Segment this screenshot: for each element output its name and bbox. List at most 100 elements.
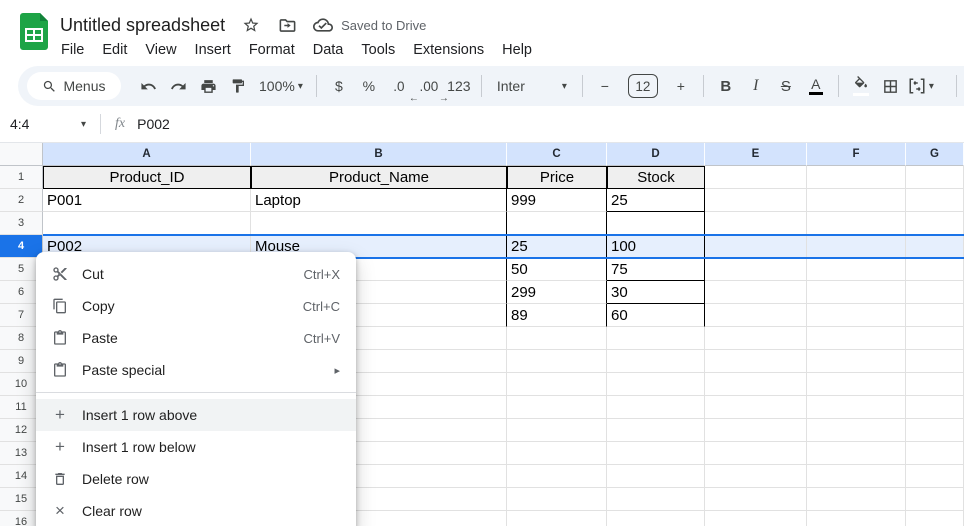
cell-B2[interactable]: Laptop bbox=[251, 189, 507, 212]
cell-F6[interactable] bbox=[807, 281, 906, 304]
borders-button[interactable] bbox=[876, 72, 906, 100]
cell-E13[interactable] bbox=[705, 442, 807, 465]
decrease-decimal-button[interactable]: .0 ← bbox=[384, 72, 414, 100]
cell-D9[interactable] bbox=[607, 350, 705, 373]
menu-extensions[interactable]: Extensions bbox=[404, 40, 493, 60]
strikethrough-button[interactable]: S bbox=[771, 72, 801, 100]
menu-help[interactable]: Help bbox=[493, 40, 541, 60]
cell-E14[interactable] bbox=[705, 465, 807, 488]
cell-F10[interactable] bbox=[807, 373, 906, 396]
cell-B3[interactable] bbox=[251, 212, 507, 235]
context-menu-item-insert-1-row-below[interactable]: +Insert 1 row below bbox=[36, 431, 356, 463]
menu-tools[interactable]: Tools bbox=[352, 40, 404, 60]
cell-E1[interactable] bbox=[705, 166, 807, 189]
text-color-button[interactable]: A bbox=[801, 72, 831, 100]
cell-C15[interactable] bbox=[507, 488, 607, 511]
cell-F3[interactable] bbox=[807, 212, 906, 235]
move-folder-icon[interactable] bbox=[277, 15, 297, 35]
grid-corner[interactable] bbox=[0, 143, 43, 166]
menu-format[interactable]: Format bbox=[240, 40, 304, 60]
decrease-font-size-button[interactable]: − bbox=[590, 72, 620, 100]
cell-D3[interactable] bbox=[607, 212, 705, 235]
cell-G9[interactable] bbox=[906, 350, 964, 373]
cell-F9[interactable] bbox=[807, 350, 906, 373]
context-menu-item-delete-row[interactable]: Delete row bbox=[36, 463, 356, 495]
cell-D11[interactable] bbox=[607, 396, 705, 419]
cell-C10[interactable] bbox=[507, 373, 607, 396]
cell-E3[interactable] bbox=[705, 212, 807, 235]
cell-C7[interactable]: 89 bbox=[507, 304, 607, 327]
cell-D8[interactable] bbox=[607, 327, 705, 350]
menu-insert[interactable]: Insert bbox=[186, 40, 240, 60]
context-menu-item-paste-special[interactable]: Paste special▸ bbox=[36, 354, 356, 386]
print-button[interactable] bbox=[193, 72, 223, 100]
undo-button[interactable] bbox=[133, 72, 163, 100]
cell-F2[interactable] bbox=[807, 189, 906, 212]
col-header-C[interactable]: C bbox=[507, 143, 607, 166]
cell-G6[interactable] bbox=[906, 281, 964, 304]
cell-C12[interactable] bbox=[507, 419, 607, 442]
cell-F15[interactable] bbox=[807, 488, 906, 511]
cell-D16[interactable] bbox=[607, 511, 705, 526]
cell-C6[interactable]: 299 bbox=[507, 281, 607, 304]
cell-G3[interactable] bbox=[906, 212, 964, 235]
cell-C11[interactable] bbox=[507, 396, 607, 419]
context-menu-item-clear-row[interactable]: ×Clear row bbox=[36, 495, 356, 526]
cell-C9[interactable] bbox=[507, 350, 607, 373]
increase-font-size-button[interactable]: + bbox=[666, 72, 696, 100]
name-box[interactable]: 4:4 ▾ bbox=[0, 116, 96, 132]
star-icon[interactable] bbox=[241, 15, 261, 35]
italic-button[interactable]: I bbox=[741, 72, 771, 100]
cell-G2[interactable] bbox=[906, 189, 964, 212]
col-header-E[interactable]: E bbox=[705, 143, 807, 166]
menu-file[interactable]: File bbox=[52, 40, 93, 60]
cell-F14[interactable] bbox=[807, 465, 906, 488]
cell-G12[interactable] bbox=[906, 419, 964, 442]
cell-D6[interactable]: 30 bbox=[607, 281, 705, 304]
merge-cells-button[interactable]: ▾ bbox=[906, 72, 936, 100]
cell-G8[interactable] bbox=[906, 327, 964, 350]
cell-G7[interactable] bbox=[906, 304, 964, 327]
context-menu-item-paste[interactable]: PasteCtrl+V bbox=[36, 322, 356, 354]
currency-format-button[interactable]: $ bbox=[324, 72, 354, 100]
cell-C4[interactable]: 25 bbox=[507, 235, 607, 258]
cell-F16[interactable] bbox=[807, 511, 906, 526]
col-header-D[interactable]: D bbox=[607, 143, 705, 166]
col-header-A[interactable]: A bbox=[43, 143, 251, 166]
cell-E5[interactable] bbox=[705, 258, 807, 281]
cell-D15[interactable] bbox=[607, 488, 705, 511]
cell-D2[interactable]: 25 bbox=[607, 189, 705, 212]
cell-E6[interactable] bbox=[705, 281, 807, 304]
row-header-2[interactable]: 2 bbox=[0, 189, 43, 212]
cell-G15[interactable] bbox=[906, 488, 964, 511]
cell-F7[interactable] bbox=[807, 304, 906, 327]
formula-bar-value[interactable]: P002 bbox=[137, 116, 170, 132]
cell-D14[interactable] bbox=[607, 465, 705, 488]
cell-A1[interactable]: Product_ID bbox=[43, 166, 251, 189]
cell-E7[interactable] bbox=[705, 304, 807, 327]
cell-E9[interactable] bbox=[705, 350, 807, 373]
col-header-B[interactable]: B bbox=[251, 143, 507, 166]
cell-G4[interactable] bbox=[906, 235, 964, 258]
cell-E15[interactable] bbox=[705, 488, 807, 511]
cell-G5[interactable] bbox=[906, 258, 964, 281]
menu-view[interactable]: View bbox=[136, 40, 185, 60]
context-menu-item-insert-1-row-above[interactable]: +Insert 1 row above bbox=[36, 399, 356, 431]
cell-E11[interactable] bbox=[705, 396, 807, 419]
cell-A2[interactable]: P001 bbox=[43, 189, 251, 212]
row-header-1[interactable]: 1 bbox=[0, 166, 43, 189]
cell-G1[interactable] bbox=[906, 166, 964, 189]
context-menu-item-copy[interactable]: CopyCtrl+C bbox=[36, 290, 356, 322]
document-title[interactable]: Untitled spreadsheet bbox=[60, 15, 225, 36]
paint-format-button[interactable] bbox=[223, 72, 253, 100]
cell-A3[interactable] bbox=[43, 212, 251, 235]
cell-C16[interactable] bbox=[507, 511, 607, 526]
context-menu-item-cut[interactable]: CutCtrl+X bbox=[36, 258, 356, 290]
font-family-selector[interactable]: Inter ▾ bbox=[489, 78, 575, 94]
redo-button[interactable] bbox=[163, 72, 193, 100]
col-header-F[interactable]: F bbox=[807, 143, 906, 166]
cell-C2[interactable]: 999 bbox=[507, 189, 607, 212]
fill-color-button[interactable] bbox=[846, 72, 876, 100]
cell-E8[interactable] bbox=[705, 327, 807, 350]
cell-D7[interactable]: 60 bbox=[607, 304, 705, 327]
